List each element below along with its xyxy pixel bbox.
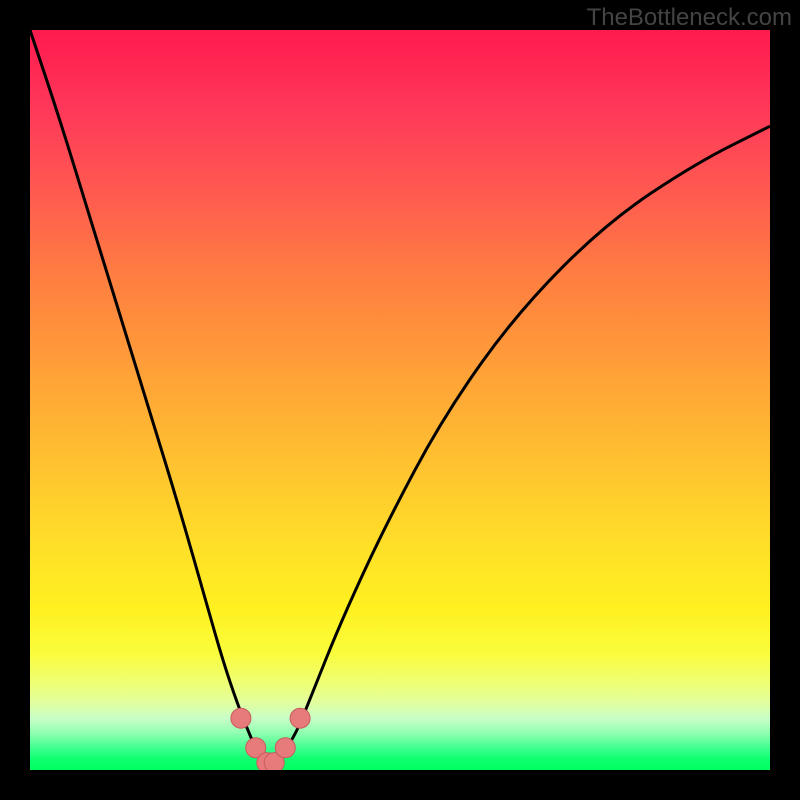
plot-area: [30, 30, 770, 770]
curve-markers: [231, 708, 310, 770]
curve-path: [30, 30, 770, 763]
bottleneck-curve: [30, 30, 770, 770]
curve-marker: [275, 738, 295, 758]
attribution-text: TheBottleneck.com: [587, 4, 792, 32]
curve-marker: [231, 708, 251, 728]
chart-frame: TheBottleneck.com: [0, 0, 800, 800]
curve-marker: [290, 708, 310, 728]
